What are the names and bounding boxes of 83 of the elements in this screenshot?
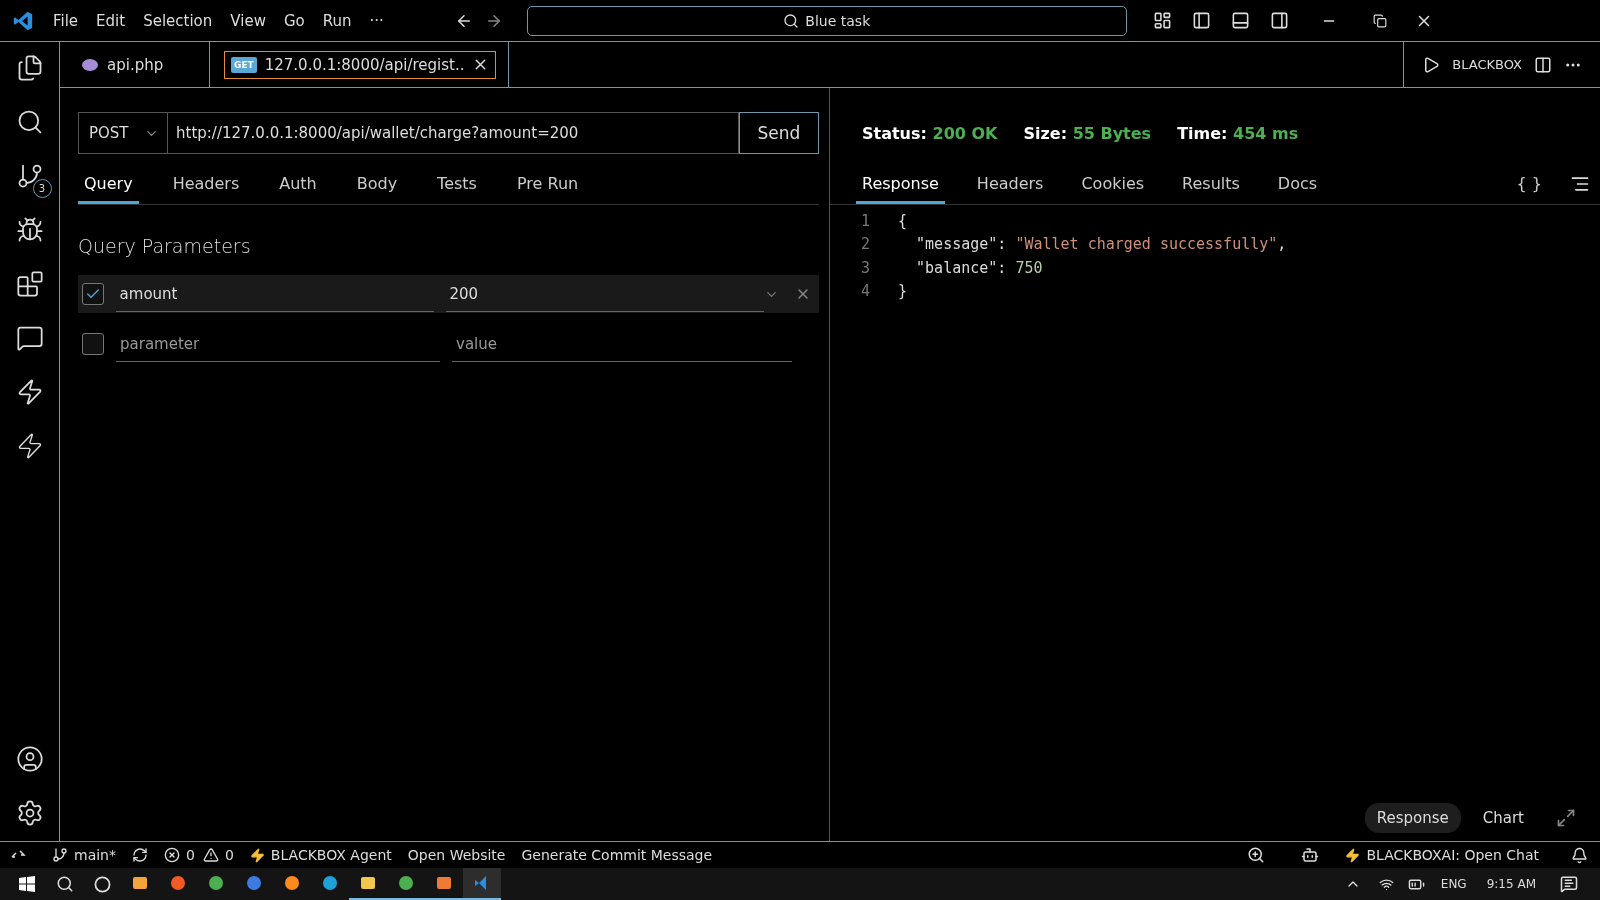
error-icon[interactable] [164,847,180,863]
menu-item[interactable]: Run [315,7,359,34]
warning-count[interactable]: 0 [224,847,234,863]
status-item[interactable]: Open Website [407,847,506,863]
sync-icon[interactable] [132,847,148,863]
blackbox-label[interactable]: BLACKBOX [1452,57,1522,72]
request-tab[interactable]: Headers [166,164,246,204]
response-tab[interactable]: Response [856,164,945,204]
app-icon[interactable] [169,874,187,892]
method-label: POST [89,124,129,142]
app-icon[interactable] [207,874,225,892]
checkbox[interactable] [82,283,104,305]
error-count[interactable]: 0 [186,847,195,863]
chat-icon[interactable] [15,324,44,352]
line-number: 1 [859,211,871,230]
run-debug-icon[interactable] [15,216,44,244]
response-tab[interactable]: Cookies [1075,164,1151,204]
response-tab[interactable]: Headers [970,164,1050,204]
status-item[interactable]: Generate Commit Message [521,847,713,863]
command-center[interactable]: Blue task [526,5,1127,36]
lightning-icon[interactable] [1345,847,1361,863]
request-tab[interactable]: Tests [431,164,483,204]
request-tab[interactable]: Pre Run [510,164,585,204]
method-badge: GET [231,56,257,73]
branch-item[interactable]: main* [74,847,116,863]
request-tab[interactable]: Query [78,164,139,204]
view-toggle[interactable]: Chart [1470,803,1536,833]
app-logo-icon [12,9,34,32]
folder-icon[interactable] [359,874,377,892]
search-icon [783,12,800,29]
menu-item[interactable]: View [223,7,273,34]
response-stat: Status: 200 OK [862,123,998,143]
status-item[interactable]: BLACKBOX Agent [270,847,392,863]
view-toggle[interactable]: Response [1364,803,1461,833]
line-number: 4 [859,282,871,301]
extensions-icon[interactable] [15,270,44,298]
app-icon[interactable] [435,874,453,892]
line-number: 2 [859,235,871,254]
app-icon[interactable] [283,874,301,892]
response-stat: Size: 55 Bytes [1023,123,1152,143]
app-icon[interactable] [397,874,415,892]
code-line: { [898,211,908,230]
send-button[interactable]: Send [739,112,819,154]
clock[interactable]: 9:15 AM [1476,877,1546,891]
code-line: "message": "Wallet charged successfully", [915,235,1287,254]
parameter-value-field[interactable]: 200 [445,276,764,312]
count-badge: 3 [32,179,52,198]
format-button[interactable]: { } [1510,164,1548,204]
menu-item[interactable]: Go [276,7,312,34]
code-line: "balance": 750 [915,258,1043,277]
section-title: Query Parameters [78,235,252,257]
account-icon[interactable] [15,745,44,773]
url-field[interactable]: http://127.0.0.1:8000/api/wallet/charge?amount=200 [168,112,739,154]
menu-item[interactable]: Edit [89,7,133,34]
lightning-icon[interactable] [249,847,265,863]
warning-icon[interactable] [202,847,219,863]
response-stat: Time: 454 ms [1177,123,1299,143]
app-icon[interactable] [245,874,263,892]
request-tab[interactable]: Body [350,164,404,204]
split-editor-icon[interactable] [1534,55,1552,74]
line-number: 3 [859,258,871,277]
tab-label: 127.0.0.1:8000/api/regist.. [264,55,465,74]
checkbox[interactable] [82,333,104,355]
response-tab[interactable]: Results [1176,164,1246,204]
parameter-value-field[interactable]: value [452,326,792,362]
language-indicator[interactable]: ENG [1430,877,1477,891]
menu-item[interactable]: ··· [362,7,391,34]
menu-item[interactable]: File [46,7,86,34]
parameter-name-field[interactable]: parameter [116,326,440,362]
app-icon[interactable] [321,874,339,892]
editor-tab[interactable]: api.php [60,42,210,87]
play-icon[interactable] [1422,55,1441,74]
app-icon[interactable] [131,874,149,892]
response-tab[interactable]: Docs [1271,164,1324,204]
status-item[interactable]: BLACKBOXAI: Open Chat [1366,847,1539,863]
branch-icon[interactable] [52,847,68,863]
request-tab[interactable]: Auth [273,164,323,204]
menu-item[interactable]: Selection [136,7,220,34]
windows-icon[interactable] [18,875,36,893]
tab-label: api.php [107,55,164,74]
code-line: } [898,282,908,301]
method-select[interactable]: POST [78,112,168,154]
parameter-name-field[interactable]: amount [115,276,434,312]
